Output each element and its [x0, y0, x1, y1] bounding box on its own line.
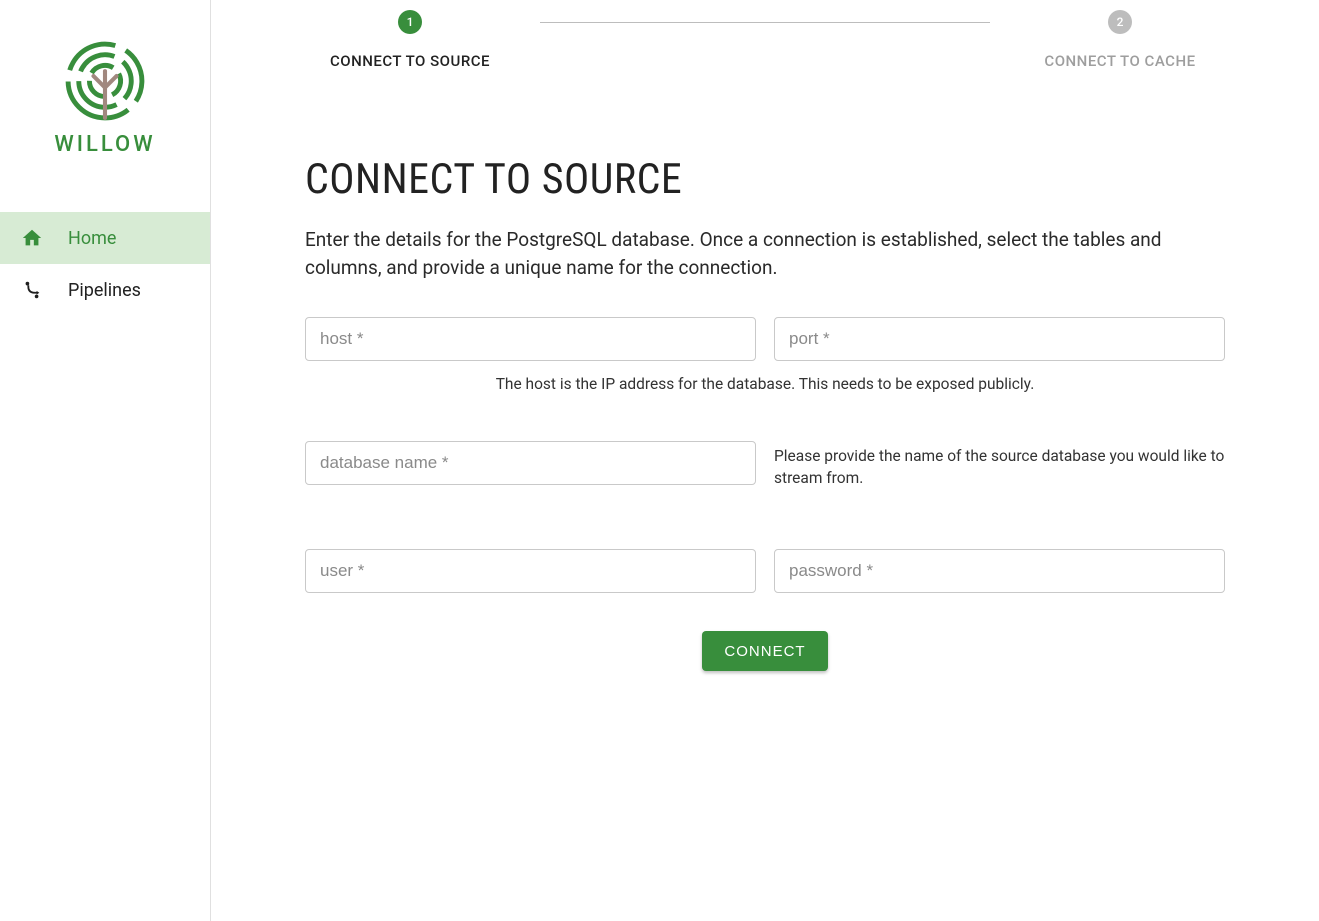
step-connector [540, 22, 990, 23]
step-number: 2 [1108, 10, 1132, 34]
home-icon [20, 226, 44, 250]
form-actions: CONNECT [305, 631, 1225, 671]
sidebar-item-pipelines[interactable]: Pipelines [0, 264, 210, 316]
sidebar-nav: Home Pipelines [0, 212, 210, 316]
sidebar-item-home[interactable]: Home [0, 212, 210, 264]
brand-name: WILLOW [54, 132, 155, 157]
step-connect-cache[interactable]: 2 CONNECT TO CACHE [990, 10, 1250, 70]
willow-logo-icon [64, 40, 146, 122]
sidebar-item-label: Pipelines [68, 280, 141, 301]
host-input[interactable] [305, 317, 756, 361]
page-subtitle: Enter the details for the PostgreSQL dat… [305, 226, 1225, 281]
row-host-port [305, 317, 1225, 361]
sidebar: WILLOW Home Pipelines [0, 0, 211, 921]
port-input[interactable] [774, 317, 1225, 361]
row-user-pass [305, 549, 1225, 593]
brand-logo: WILLOW [0, 40, 210, 157]
connect-button[interactable]: CONNECT [702, 631, 827, 671]
step-label: CONNECT TO CACHE [1044, 52, 1195, 70]
form-section: CONNECT TO SOURCE Enter the details for … [301, 155, 1229, 671]
dbname-note: Please provide the name of the source da… [774, 446, 1225, 489]
stepper: 1 CONNECT TO SOURCE 2 CONNECT TO CACHE [251, 0, 1279, 100]
page-title: CONNECT TO SOURCE [305, 155, 1225, 204]
step-number: 1 [398, 10, 422, 34]
dbname-input[interactable] [305, 441, 756, 485]
host-hint: The host is the IP address for the datab… [305, 375, 1225, 393]
main: 1 CONNECT TO SOURCE 2 CONNECT TO CACHE C… [211, 0, 1319, 921]
user-input[interactable] [305, 549, 756, 593]
password-input[interactable] [774, 549, 1225, 593]
sidebar-item-label: Home [68, 228, 116, 249]
pipelines-icon [20, 278, 44, 302]
step-connect-source[interactable]: 1 CONNECT TO SOURCE [280, 10, 540, 70]
step-label: CONNECT TO SOURCE [330, 52, 490, 70]
row-dbname: Please provide the name of the source da… [305, 441, 1225, 489]
